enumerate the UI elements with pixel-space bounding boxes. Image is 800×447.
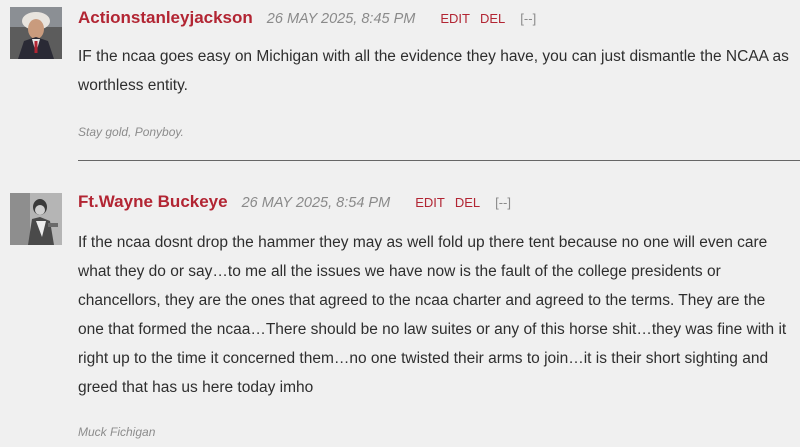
comment-body: If the ncaa dosnt drop the hammer they m…: [78, 234, 787, 396]
comment-thread: Actionstanleyjackson 26 MAY 2025, 8:45 P…: [0, 0, 800, 447]
comment: Ft.Wayne Buckeye 26 MAY 2025, 8:54 PM ED…: [0, 178, 800, 447]
comment-body: IF the ncaa goes easy on Michigan with a…: [78, 48, 789, 94]
comment-date: 26 MAY 2025, 8:54 PM: [241, 195, 391, 211]
divider: [78, 160, 800, 161]
comment-header: Actionstanleyjackson 26 MAY 2025, 8:45 P…: [78, 8, 536, 28]
delete-link[interactable]: DEL: [455, 195, 480, 210]
user-photo-icon: [10, 7, 62, 59]
collapse-toggle[interactable]: [--]: [495, 195, 511, 210]
author-name[interactable]: Ft.Wayne Buckeye: [78, 192, 228, 212]
collapse-toggle[interactable]: [--]: [520, 11, 536, 26]
delete-link[interactable]: DEL: [480, 11, 505, 26]
comment-header: Ft.Wayne Buckeye 26 MAY 2025, 8:54 PM ED…: [78, 192, 511, 212]
signature: Stay gold, Ponyboy.: [78, 125, 184, 139]
avatar[interactable]: [10, 7, 62, 59]
avatar[interactable]: [10, 193, 62, 245]
comment: Actionstanleyjackson 26 MAY 2025, 8:45 P…: [0, 0, 800, 162]
comment-date: 26 MAY 2025, 8:45 PM: [266, 11, 416, 27]
user-photo-icon: [10, 193, 62, 245]
edit-link[interactable]: EDIT: [415, 195, 445, 210]
author-name[interactable]: Actionstanleyjackson: [78, 8, 253, 28]
edit-link[interactable]: EDIT: [440, 11, 470, 26]
signature: Muck Fichigan: [78, 425, 156, 439]
